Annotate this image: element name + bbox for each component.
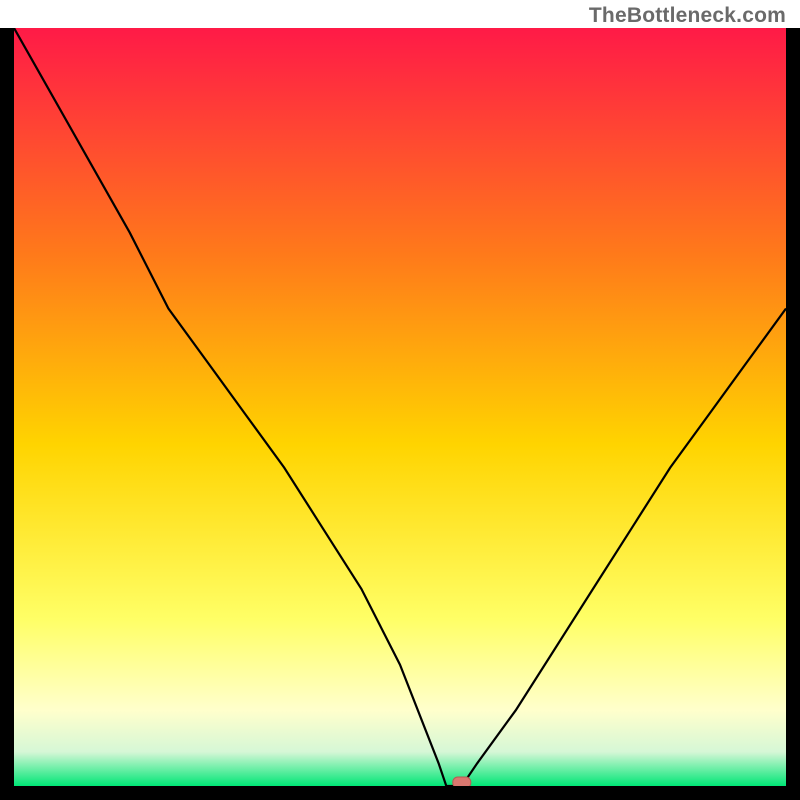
plot-area xyxy=(14,28,786,786)
chart-svg xyxy=(14,28,786,786)
plot-border xyxy=(0,28,800,800)
watermark-text: TheBottleneck.com xyxy=(589,4,786,28)
chart-frame: TheBottleneck.com xyxy=(0,0,800,800)
gradient-background xyxy=(14,28,786,786)
optimal-marker xyxy=(453,777,471,786)
